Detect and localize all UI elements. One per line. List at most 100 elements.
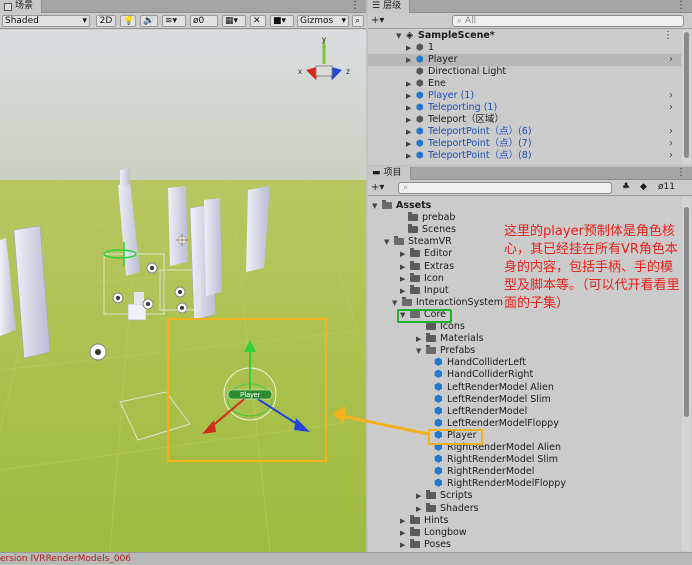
prefab-asset-row[interactable]: ⬢ RightRenderModel Slim xyxy=(368,454,681,466)
folder-row[interactable]: ▶ Longbow xyxy=(368,526,681,539)
folder-row[interactable]: ▶ Shaders xyxy=(368,502,681,515)
folder-row[interactable]: ▶ Scripts xyxy=(368,490,681,502)
expand-arrow-icon[interactable]: ▶ xyxy=(406,90,411,102)
expand-arrow-icon[interactable]: ▶ xyxy=(400,261,405,273)
collapse-arrow-icon[interactable]: ▼ xyxy=(416,345,421,357)
expand-arrow-icon[interactable]: ▶ xyxy=(416,503,421,515)
expand-arrow-icon[interactable]: ▶ xyxy=(416,333,421,345)
hierarchy-row[interactable]: ▶ ⬢ Player (1) › xyxy=(368,90,681,102)
project-row-label: InteractionSystem xyxy=(416,296,503,308)
add-object-button[interactable]: +▾ xyxy=(371,14,384,27)
hierarchy-row-label: Player (1) xyxy=(428,90,475,101)
chevron-right-icon[interactable]: › xyxy=(669,102,673,114)
hidden-objects-toggle[interactable]: ø0 xyxy=(190,15,218,27)
project-hidden-count: 11 xyxy=(663,182,675,192)
scene-menu-icon[interactable]: ⋮ xyxy=(663,30,673,42)
scene-viewport[interactable]: Player y x z xyxy=(0,30,366,552)
hierarchy-scrollbar[interactable] xyxy=(682,30,691,164)
scene-tab[interactable]: 场景 xyxy=(0,0,43,13)
folder-row[interactable]: ▶ Poses xyxy=(368,538,681,551)
folder-icon xyxy=(426,502,436,512)
hierarchy-row[interactable]: ▶ ⬢ Teleporting (1) › xyxy=(368,102,681,114)
grid-dropdown-icon[interactable]: ▦▾ xyxy=(222,15,246,27)
gizmos-dropdown[interactable]: Gizmos ▾ xyxy=(297,15,349,27)
expand-arrow-icon[interactable]: ▶ xyxy=(400,248,405,260)
project-row-label: HandColliderRight xyxy=(447,369,534,381)
expand-arrow-icon[interactable]: ▶ xyxy=(406,78,411,90)
prefab-asset-row[interactable]: ⬢ HandColliderRight xyxy=(368,369,681,381)
lighting-toggle-icon[interactable]: 💡 xyxy=(120,15,136,27)
create-asset-button[interactable]: +▾ xyxy=(371,181,384,194)
hierarchy-search-input[interactable]: ⌕ All xyxy=(452,15,684,27)
folder-icon xyxy=(426,333,436,343)
folder-icon xyxy=(394,236,404,246)
folder-row[interactable]: ▼ Prefabs xyxy=(368,345,681,357)
hierarchy-row-label: TeleportPoint（点）(6) xyxy=(428,126,532,137)
console-status-bar[interactable]: ersion IVRRenderModels_006 xyxy=(0,552,692,565)
chevron-right-icon[interactable]: › xyxy=(669,126,673,138)
expand-arrow-icon[interactable]: ▶ xyxy=(400,285,405,297)
expand-arrow-icon[interactable]: ▶ xyxy=(400,539,405,551)
chevron-right-icon[interactable]: › xyxy=(669,138,673,150)
prefab-asset-row[interactable]: ⬢ HandColliderLeft xyxy=(368,357,681,369)
expand-arrow-icon[interactable]: ▶ xyxy=(400,273,405,285)
effects-dropdown-icon[interactable]: ≋▾ xyxy=(162,15,186,27)
expand-arrow-icon[interactable]: ▶ xyxy=(416,490,421,502)
scene-player-highlight-box xyxy=(167,318,327,462)
expand-arrow-icon[interactable]: ▶ xyxy=(400,527,405,539)
folder-row[interactable]: ▶ Materials xyxy=(368,333,681,345)
tools-icon[interactable]: ✕ xyxy=(250,15,266,27)
hidden-packages-toggle[interactable]: ø11 xyxy=(658,182,675,192)
expand-arrow-icon[interactable]: ▼ xyxy=(396,30,401,42)
hierarchy-row[interactable]: ▶ ⬢ Player › xyxy=(368,54,681,66)
chevron-right-icon[interactable]: › xyxy=(669,54,673,66)
hierarchy-row[interactable]: ▶ ⬢ TeleportPoint（点）(7) › xyxy=(368,138,681,150)
scene-menu-icon[interactable]: ⋮ xyxy=(350,0,360,12)
expand-arrow-icon[interactable]: ▶ xyxy=(406,150,411,162)
label-filter-icon[interactable]: ◆ xyxy=(640,182,647,192)
project-scrollbar[interactable] xyxy=(682,197,691,551)
prefab-asset-row[interactable]: ⬢ RightRenderModel xyxy=(368,466,681,478)
scene-root-row[interactable]: ▼ ◈ SampleScene* ⋮ xyxy=(368,30,681,42)
prefab-asset-row[interactable]: ⬢ RightRenderModel Alien xyxy=(368,442,681,454)
hierarchy-row[interactable]: ▶ ⬢ 1 xyxy=(368,42,681,54)
expand-arrow-icon[interactable]: ▶ xyxy=(406,54,411,66)
folder-row[interactable]: ▼ Assets xyxy=(368,200,681,212)
collapse-arrow-icon[interactable]: ▼ xyxy=(372,200,377,212)
toggle-2d-button[interactable]: 2D xyxy=(96,15,116,27)
expand-arrow-icon[interactable]: ▶ xyxy=(406,42,411,54)
hierarchy-menu-icon[interactable]: ⋮ xyxy=(676,0,686,12)
shading-dropdown[interactable]: Shaded ▾ xyxy=(2,15,90,27)
expand-arrow-icon[interactable]: ▶ xyxy=(406,126,411,138)
project-menu-icon[interactable]: ⋮ xyxy=(676,167,686,179)
expand-arrow-icon[interactable]: ▶ xyxy=(406,138,411,150)
folder-row[interactable]: ▶ Hints xyxy=(368,514,681,527)
collapse-arrow-icon[interactable]: ▼ xyxy=(384,236,389,248)
scene-view-canvas[interactable]: Player y x z xyxy=(0,30,366,552)
project-row-label: LeftRenderModel Alien xyxy=(447,381,554,393)
camera-dropdown-icon[interactable]: ■▾ xyxy=(270,15,294,27)
audio-toggle-icon[interactable]: 🔊 xyxy=(140,15,158,27)
prefab-asset-row[interactable]: ⬢ LeftRenderModel Alien xyxy=(368,382,681,394)
hierarchy-tab[interactable]: ☰ 层级 xyxy=(368,0,411,13)
project-search-input[interactable]: ⌕ xyxy=(398,182,612,194)
hierarchy-row[interactable]: ▶ ⬢ Teleport（区域） xyxy=(368,114,681,126)
expand-arrow-icon[interactable]: ▶ xyxy=(406,102,411,114)
hierarchy-row-label: Directional Light xyxy=(428,66,507,77)
prefab-cube-icon: ⬢ xyxy=(434,454,443,466)
prefab-asset-row[interactable]: ⬢ RightRenderModelFloppy xyxy=(368,478,681,490)
hierarchy-row[interactable]: ▶ ⬢ TeleportPoint（点）(8) › xyxy=(368,150,681,162)
scene-search-icon[interactable]: ⌕ xyxy=(352,15,364,27)
chevron-right-icon[interactable]: › xyxy=(669,90,673,102)
hierarchy-row[interactable]: ⬢ Directional Light xyxy=(368,66,681,78)
hierarchy-row[interactable]: ▶ ⬢ Ene xyxy=(368,78,681,90)
hierarchy-scroll-thumb[interactable] xyxy=(684,32,689,158)
type-filter-icon[interactable]: ♣ xyxy=(622,182,630,192)
hierarchy-row[interactable]: ▶ ⬢ TeleportPoint（点）(6) › xyxy=(368,126,681,138)
expand-arrow-icon[interactable]: ▶ xyxy=(406,114,411,126)
chevron-right-icon[interactable]: › xyxy=(669,150,673,162)
expand-arrow-icon[interactable]: ▶ xyxy=(400,515,405,527)
project-tab[interactable]: ▬ 项目 xyxy=(368,167,411,180)
project-scroll-thumb[interactable] xyxy=(684,207,689,417)
collapse-arrow-icon[interactable]: ▼ xyxy=(392,297,397,309)
